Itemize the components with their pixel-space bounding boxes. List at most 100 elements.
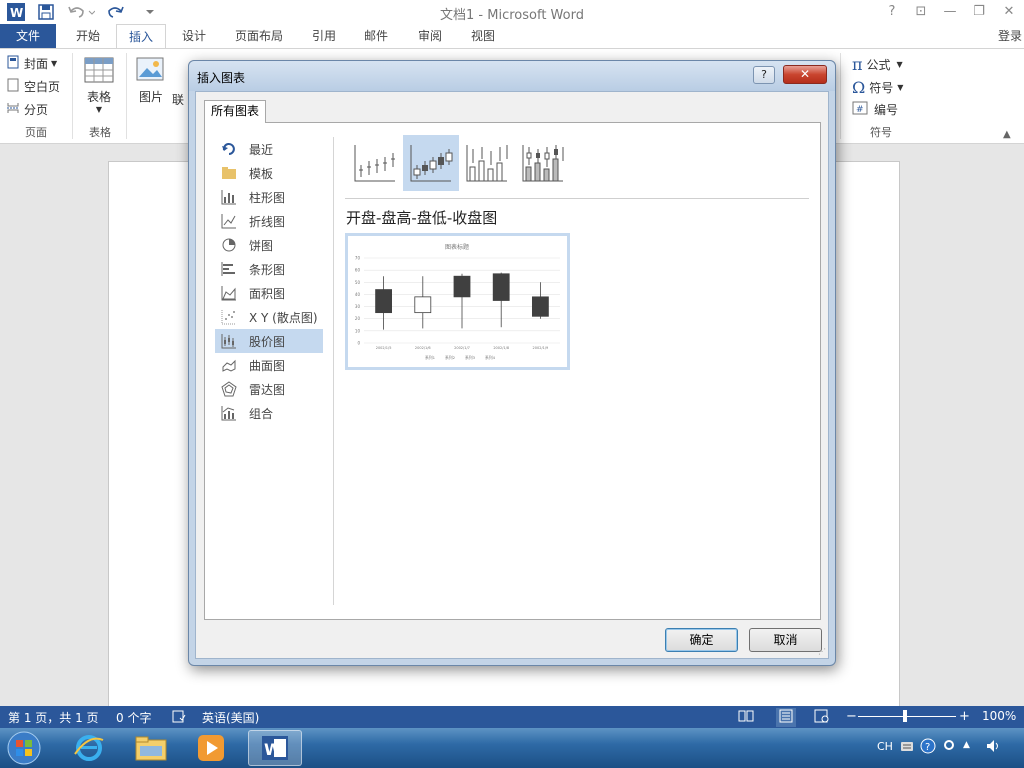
minimize-button[interactable]: —	[939, 2, 961, 22]
internet-explorer-icon[interactable]	[62, 730, 116, 766]
table-button[interactable]: 表格 ▼	[84, 57, 114, 114]
zoom-in-button[interactable]: +	[959, 709, 970, 724]
online-pictures-label: 联	[172, 93, 185, 107]
dialog-body: 所有图表 最近 模板柱形图折线图饼图 条形图面积图 X Y (散点图) 股价图曲面图雷达…	[195, 91, 829, 659]
chart-type-label: 雷达图	[249, 382, 286, 397]
help-button[interactable]: ?	[881, 2, 903, 22]
page-count[interactable]: 第 1 页，共 1 页	[8, 709, 99, 726]
chevron-down-icon: ▼	[897, 83, 904, 92]
line-chart-icon	[221, 213, 237, 229]
tab-design[interactable]: 设计	[172, 24, 216, 48]
zoom-slider-thumb[interactable]	[903, 710, 907, 722]
hlc-subtype-icon	[354, 145, 395, 182]
proofing-icon[interactable]	[172, 709, 186, 726]
tab-references[interactable]: 引用	[302, 24, 346, 48]
subtype-volume-open-high-low-close[interactable]	[515, 135, 571, 191]
picture-button[interactable]: 图片	[136, 57, 166, 105]
word-taskbar-button[interactable]: W	[248, 730, 302, 766]
chart-type-item[interactable]: 雷达图	[215, 377, 323, 401]
subtype-high-low-close[interactable]	[347, 135, 403, 191]
collapse-ribbon-icon[interactable]: ▲	[1003, 129, 1011, 140]
login-link[interactable]: 登录	[998, 24, 1024, 48]
zoom-out-button[interactable]: −	[846, 709, 857, 724]
print-layout-icon[interactable]	[776, 708, 796, 727]
ribbon-separator	[126, 53, 127, 139]
start-button[interactable]	[0, 730, 48, 766]
number-label: 编号	[874, 103, 899, 117]
page-break-icon	[6, 101, 20, 118]
keyboard-icon[interactable]	[900, 739, 914, 756]
chart-type-item[interactable]: 模板	[215, 161, 323, 185]
equation-button[interactable]: π 公式 ▼	[852, 55, 903, 74]
tab-file[interactable]: 文件	[0, 24, 56, 48]
insert-chart-dialog: 插入图表 ? ✕ 所有图表 最近 模板柱形图折线图饼图 条形图面积图 X Y (散点图…	[188, 60, 836, 666]
chart-type-label: 折线图	[249, 214, 286, 229]
bar-chart-icon	[221, 261, 237, 277]
tab-mailings[interactable]: 邮件	[354, 24, 398, 48]
blank-page-button[interactable]: 空白页	[6, 78, 60, 95]
online-pictures-button[interactable]: 联	[172, 91, 184, 108]
zoom-level[interactable]: 100%	[982, 709, 1016, 723]
chart-type-item[interactable]: 曲面图	[215, 353, 323, 377]
subtype-volume-high-low-close[interactable]	[459, 135, 515, 191]
y-tick-label: 20	[355, 316, 361, 321]
chart-type-item[interactable]: 最近	[215, 137, 323, 161]
media-player-icon[interactable]	[184, 730, 238, 766]
language-indicator[interactable]: 英语(美国)	[202, 709, 259, 726]
y-tick-label: 70	[355, 256, 361, 261]
close-button[interactable]: ✕	[998, 2, 1020, 22]
chart-preview[interactable]: 图表标题 0 10 20 30 40 50 60 70 2002/1/5 2002/1/6 2002/…	[345, 233, 570, 370]
dialog-titlebar[interactable]: 插入图表 ? ✕	[189, 61, 835, 91]
chart-type-item[interactable]: 股价图	[215, 329, 323, 353]
selected-subtype-name: 开盘-盘高-盘低-收盘图	[346, 209, 498, 227]
tab-all-charts[interactable]: 所有图表	[204, 100, 267, 123]
dialog-close-button[interactable]: ✕	[783, 65, 827, 84]
chart-type-item[interactable]: 面积图	[215, 281, 323, 305]
tab-layout[interactable]: 页面布局	[224, 24, 294, 48]
radar-chart-icon	[221, 381, 237, 397]
show-hidden-icons[interactable]: ▲	[963, 740, 970, 750]
chart-type-item[interactable]: 柱形图	[215, 185, 323, 209]
chart-type-item[interactable]: 饼图	[215, 233, 323, 257]
dialog-help-button[interactable]: ?	[753, 66, 775, 84]
chart-type-item[interactable]: 组合	[215, 401, 323, 425]
chart-types-panel: 最近 模板柱形图折线图饼图 条形图面积图 X Y (散点图) 股价图曲面图雷达图组合	[204, 122, 821, 620]
subtype-open-high-low-close[interactable]	[403, 135, 459, 191]
chart-type-item[interactable]: X Y (散点图)	[215, 305, 323, 329]
read-mode-icon[interactable]	[738, 709, 754, 726]
chart-type-item[interactable]: 折线图	[215, 209, 323, 233]
web-layout-icon[interactable]	[814, 709, 830, 726]
tab-view[interactable]: 视图	[460, 24, 506, 48]
zoom-slider[interactable]	[858, 716, 956, 717]
chart-type-label: 面积图	[249, 286, 286, 301]
ok-button[interactable]: 确定	[665, 628, 738, 652]
combo-chart-icon	[221, 405, 237, 421]
legend-entry: 系列3	[465, 355, 476, 360]
chart-type-label: 股价图	[249, 334, 286, 349]
chart-type-label: 柱形图	[249, 190, 286, 205]
tab-review[interactable]: 审阅	[406, 24, 454, 48]
number-button[interactable]: # 编号	[852, 101, 898, 118]
chart-type-label: 曲面图	[249, 358, 286, 373]
file-explorer-icon[interactable]	[124, 730, 178, 766]
surface-chart-icon	[221, 357, 237, 373]
symbol-label: 符号	[869, 81, 894, 95]
taskbar: W CH ? ▲	[0, 728, 1024, 768]
svg-text:?: ?	[925, 742, 930, 753]
ribbon-display-options-button[interactable]: ⊡	[910, 2, 932, 22]
cover-page-button[interactable]: 封面 ▼	[6, 55, 57, 72]
help-tray-icon[interactable]: ?	[920, 738, 936, 757]
resize-grip-icon[interactable]: ⋰	[818, 647, 826, 656]
tab-insert[interactable]: 插入	[116, 24, 166, 49]
tab-home[interactable]: 开始	[64, 24, 112, 48]
symbol-button[interactable]: Ω 符号 ▼	[852, 78, 903, 97]
word-count[interactable]: 0 个字	[116, 709, 151, 726]
settings-tray-icon[interactable]	[942, 738, 956, 755]
page-break-button[interactable]: 分页	[6, 101, 48, 118]
volume-icon[interactable]	[985, 738, 1001, 757]
input-language[interactable]: CH	[877, 740, 893, 753]
window-title: 文档1 - Microsoft Word	[440, 8, 584, 23]
maximize-button[interactable]: ❐	[968, 2, 990, 22]
cancel-button[interactable]: 取消	[749, 628, 822, 652]
chart-type-item[interactable]: 条形图	[215, 257, 323, 281]
